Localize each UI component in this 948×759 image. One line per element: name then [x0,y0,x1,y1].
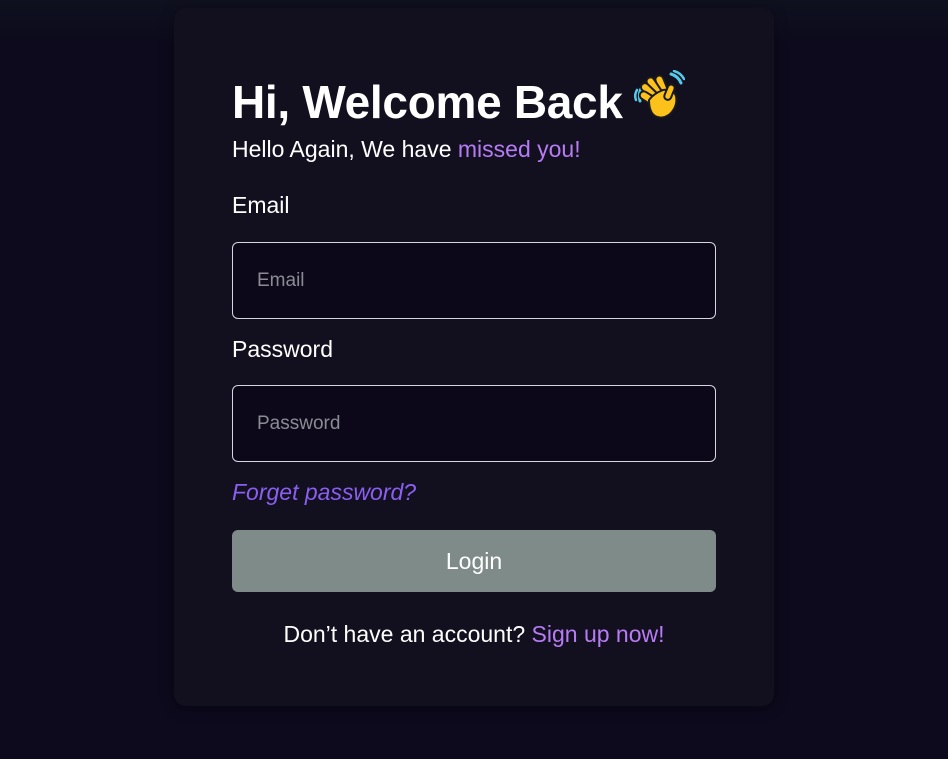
login-button[interactable]: Login [232,530,716,592]
signup-prompt: Don’t have an account? Sign up now! [174,620,774,648]
forgot-password-link[interactable]: Forget password? [232,478,416,506]
signup-prompt-text: Don’t have an account? [283,621,532,647]
welcome-subtitle: Hello Again, We have missed you! [232,135,581,163]
password-field[interactable] [232,385,716,462]
password-label: Password [232,336,333,362]
subtitle-accent-text: missed you! [457,136,581,162]
page-title: Hi, Welcome Back [232,69,685,138]
title-text: Hi, Welcome Back [232,76,623,129]
email-label: Email [232,192,290,218]
login-page: Hi, Welcome Back Hello Again, We have mi… [0,0,948,759]
waving-hand-icon [633,69,685,134]
login-card: Hi, Welcome Back Hello Again, We have mi… [174,8,774,706]
email-field[interactable] [232,242,716,319]
subtitle-text: Hello Again, We have [232,136,458,162]
signup-link[interactable]: Sign up now! [532,621,665,647]
